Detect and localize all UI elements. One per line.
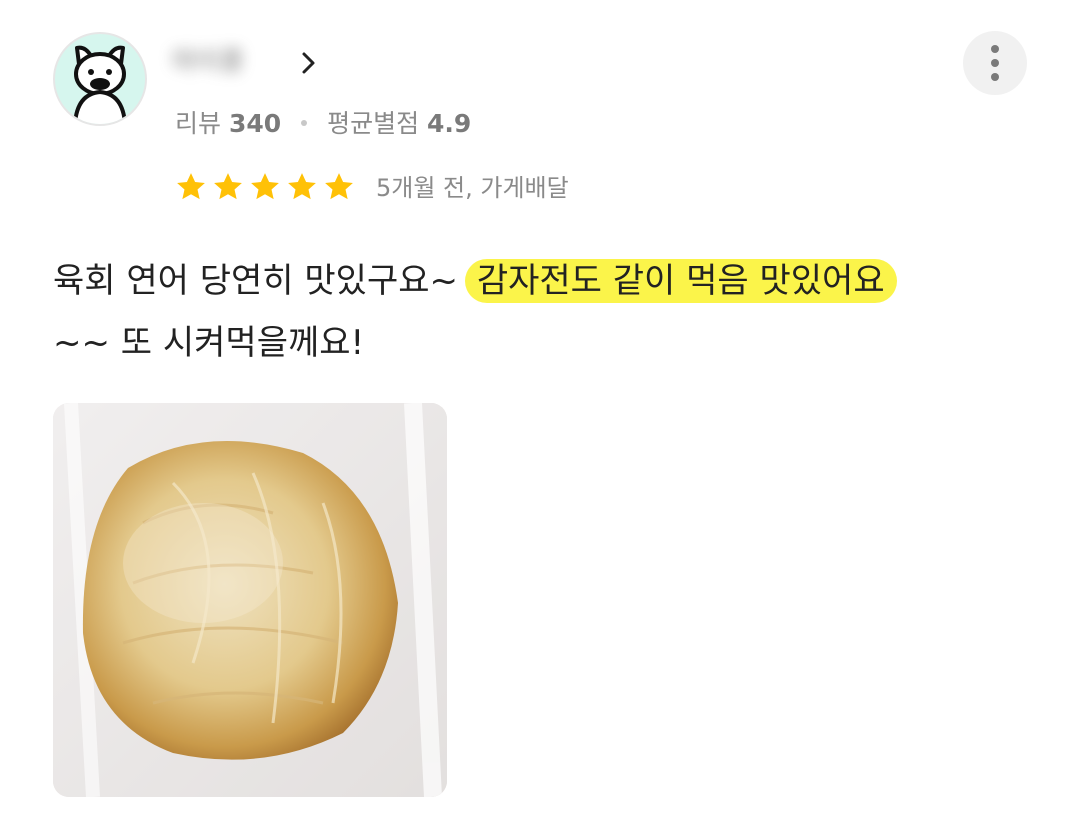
star-rating: [174, 170, 356, 206]
review-text-end: ~~ 또 시켜먹을께요!: [53, 323, 365, 363]
review-photo[interactable]: [53, 403, 447, 797]
reviewer-stats: 리뷰 340 평균별점 4.9: [175, 106, 471, 142]
review-count: 340: [228, 109, 282, 138]
reviewer-nickname[interactable]: 마이콩: [172, 42, 244, 82]
star-icon: [248, 170, 282, 206]
highlighted-menu-mention[interactable]: 감자전도 같이 먹음 맛있어요: [464, 259, 897, 303]
star-icon: [174, 170, 208, 206]
star-icon: [322, 170, 356, 206]
pig-avatar-icon: [73, 45, 127, 124]
avg-rating-label: 평균별점: [327, 109, 420, 138]
avg-rating: 4.9: [427, 109, 472, 138]
review-text-start: 육회 연어 당연히 맛있구요~: [53, 261, 469, 301]
star-icon: [285, 170, 319, 206]
avatar[interactable]: [53, 32, 147, 126]
review-text: 육회 연어 당연히 맛있구요~ 감자전도 같이 먹음 맛있어요 ~~ 또 시켜먹을…: [53, 250, 1033, 374]
more-options-button[interactable]: [963, 31, 1027, 95]
review-date: 5개월 전, 가게배달: [376, 174, 569, 202]
chevron-right-icon[interactable]: [296, 48, 322, 78]
separator-dot: [301, 120, 308, 126]
star-icon: [211, 170, 245, 206]
review-count-label: 리뷰: [175, 109, 222, 138]
